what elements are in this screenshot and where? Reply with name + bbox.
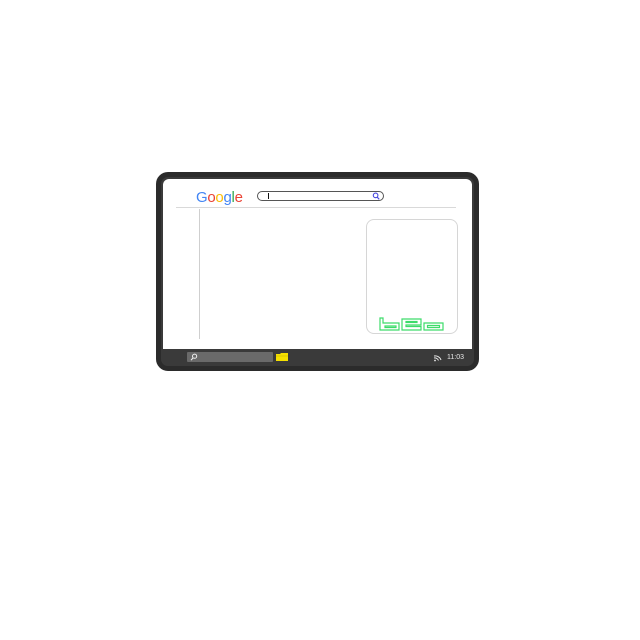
logo-letter: G bbox=[196, 189, 208, 206]
header-divider bbox=[176, 207, 456, 208]
green-outline-logo-icon bbox=[379, 317, 444, 331]
search-icon[interactable] bbox=[372, 192, 380, 200]
search-icon bbox=[190, 353, 198, 361]
side-card[interactable] bbox=[366, 219, 458, 334]
taskbar: 11:03 bbox=[161, 349, 474, 366]
logo-letter: o bbox=[207, 189, 216, 206]
sidebar-divider bbox=[199, 209, 200, 339]
search-input[interactable] bbox=[257, 191, 384, 201]
logo-letter: e bbox=[234, 189, 243, 206]
taskbar-search[interactable] bbox=[187, 352, 273, 362]
folder-icon[interactable] bbox=[275, 352, 289, 362]
wifi-icon[interactable] bbox=[433, 352, 443, 362]
browser-screen: Google bbox=[163, 179, 472, 353]
tablet-device: Google 11:03 bbox=[156, 172, 479, 371]
stage: Google 11:03 bbox=[0, 0, 640, 640]
text-caret bbox=[268, 193, 269, 199]
google-logo[interactable]: Google bbox=[196, 189, 243, 207]
logo-letter: g bbox=[223, 189, 232, 206]
logo-letter: o bbox=[215, 189, 224, 206]
taskbar-clock[interactable]: 11:03 bbox=[447, 353, 464, 362]
